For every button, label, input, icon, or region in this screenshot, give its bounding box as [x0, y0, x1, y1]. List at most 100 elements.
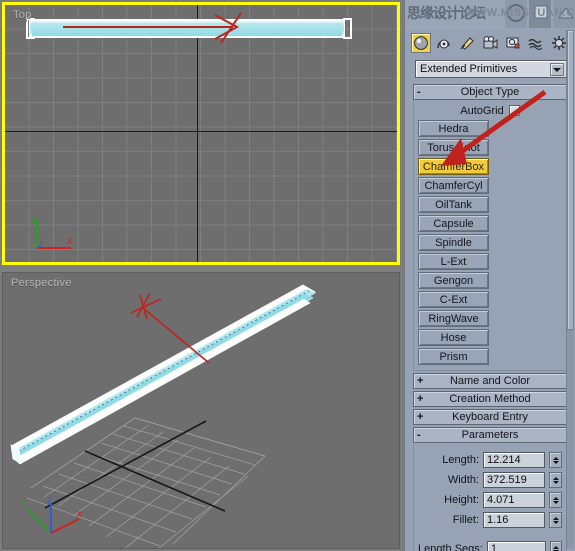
svg-text:Z: Z [47, 496, 52, 505]
parameter-row: Height: 4.071 [418, 490, 562, 510]
camera-icon [483, 36, 498, 49]
object-type-button-hedra[interactable]: Hedra [418, 120, 489, 137]
viewport-top-label: Top [13, 9, 32, 21]
autogrid-label: AutoGrid [460, 104, 504, 117]
svg-text:Y: Y [21, 500, 27, 509]
create-category-row [405, 29, 575, 55]
viewport-area: Top Y X Z Perspective Y Z X [0, 0, 404, 551]
parameter-rows: Length: 12.214 Width: 372.519 Height: 4.071 Fi… [418, 450, 562, 530]
parameter-spinner[interactable] [549, 492, 562, 508]
object-type-button-grid: Hedra Torus Knot ChamferBox ChamferCyl OilTa… [418, 120, 562, 365]
parameter-input[interactable]: 1.16 [483, 512, 545, 528]
gear-icon [552, 36, 566, 50]
parameter-input[interactable]: 4.071 [483, 492, 545, 508]
parameter-label: Width: [447, 474, 479, 486]
rollout-keyboard-entry-label: Keyboard Entry [452, 411, 528, 423]
parameter-row: Length: 12.214 [418, 450, 562, 470]
chamferbox-object-top[interactable] [29, 19, 345, 38]
svg-text:Z: Z [38, 240, 43, 249]
command-panel: 思缘设计论坛 WWW.MISSYUAN.COM [404, 0, 575, 551]
category-dropdown-wrap: Extended Primitives [405, 55, 575, 82]
svg-text:X: X [67, 237, 73, 246]
object-type-button-torus-knot[interactable]: Torus Knot [418, 139, 489, 156]
category-helpers-button[interactable] [503, 33, 523, 53]
parameter-spinner[interactable] [549, 452, 562, 468]
object-type-button-gengon[interactable]: Gengon [418, 272, 489, 289]
sphere-icon [414, 36, 428, 50]
category-shapes-button[interactable] [434, 33, 454, 53]
object-type-button-ringwave[interactable]: RingWave [418, 310, 489, 327]
shapes-icon [437, 39, 450, 49]
segment-row: Length Segs: 1 [418, 539, 562, 551]
viewport-perspective[interactable]: Perspective Y Z X [2, 272, 400, 549]
chamferbox-fill [32, 23, 342, 36]
parameter-spinner[interactable] [549, 512, 562, 528]
top-axis-horizontal [5, 131, 397, 132]
rollout-object-type-label: Object Type [460, 86, 520, 98]
watermark-bar: 思缘设计论坛 WWW.MISSYUAN.COM [405, 0, 575, 29]
parameter-input[interactable]: 12.214 [483, 452, 545, 468]
selection-bracket-right [343, 18, 352, 39]
viewport-top[interactable]: Top Y X Z [2, 2, 400, 265]
wave-icon [528, 38, 543, 51]
segment-rows: Length Segs:1Width Segs:1Height Segs:1Fi… [418, 539, 562, 551]
helper-icon [506, 37, 520, 49]
autogrid-checkbox[interactable] [508, 105, 520, 116]
watermark-url: WWW.MISSYUAN.COM [465, 7, 575, 19]
max-window: Top Y X Z Perspective Y Z X 思缘设计论坛 WWW.M… [0, 0, 575, 551]
parameters-body: Length: 12.214 Width: 372.519 Height: 4.071 Fi… [413, 443, 567, 551]
rollout-name-and-color-toggle[interactable]: + [417, 374, 423, 388]
object-type-button-prism[interactable]: Prism [418, 348, 489, 365]
autogrid-row[interactable]: AutoGrid [418, 103, 562, 118]
category-cameras-button[interactable] [480, 33, 500, 53]
category-dropdown-value: Extended Primitives [420, 63, 518, 75]
parameter-label: Length: [442, 454, 479, 466]
perspective-axis-tripod: Y Z X [21, 496, 83, 534]
object-type-button-hose[interactable]: Hose [418, 329, 489, 346]
chevron-down-icon[interactable] [550, 63, 564, 76]
segment-label: Length Segs: [418, 543, 483, 551]
rollout-creation-method-toggle[interactable]: + [417, 392, 423, 406]
rollout-parameters-label: Parameters [461, 429, 519, 441]
parameter-label: Height: [444, 494, 479, 506]
rollout-parameters[interactable]: - Parameters [413, 427, 567, 443]
object-type-button-capsule[interactable]: Capsule [418, 215, 489, 232]
category-geometry-button[interactable] [411, 33, 431, 53]
object-type-button-chamfercyl[interactable]: ChamferCyl [418, 177, 489, 194]
selection-bracket-left [26, 18, 35, 39]
rollout-creation-method-label: Creation Method [449, 393, 531, 405]
object-type-button-l-ext[interactable]: L-Ext [418, 253, 489, 270]
rollout-name-and-color[interactable]: + Name and Color [413, 373, 567, 389]
rollout-object-type-toggle[interactable]: - [417, 85, 421, 99]
rollout-object-type[interactable]: - Object Type [413, 84, 567, 100]
category-space-warps-button[interactable] [526, 33, 546, 53]
rollout-parameters-toggle[interactable]: - [417, 428, 421, 442]
parameter-row: Width: 372.519 [418, 470, 562, 490]
object-type-button-spindle[interactable]: Spindle [418, 234, 489, 251]
light-icon [460, 37, 474, 50]
top-axis-tripod: Y X Z [32, 217, 73, 249]
svg-text:X: X [77, 510, 83, 519]
parameter-spacer [418, 530, 562, 539]
rollout-keyboard-entry-toggle[interactable]: + [417, 410, 423, 424]
viewport-perspective-label: Perspective [11, 277, 72, 289]
rollout-name-and-color-label: Name and Color [449, 375, 531, 387]
object-type-button-c-ext[interactable]: C-Ext [418, 291, 489, 308]
rollout-keyboard-entry[interactable]: + Keyboard Entry [413, 409, 567, 425]
parameter-input[interactable]: 372.519 [483, 472, 545, 488]
parameter-spinner[interactable] [549, 472, 562, 488]
parameter-label: Fillet: [452, 514, 479, 526]
category-dropdown[interactable]: Extended Primitives [415, 60, 567, 78]
svg-text:Y: Y [32, 217, 38, 226]
object-type-body: AutoGrid Hedra Torus Knot ChamferBox Chamfe… [413, 100, 567, 371]
command-panel-scrollbar-thumb[interactable] [567, 30, 574, 330]
segment-spinner[interactable] [549, 541, 562, 551]
category-lights-button[interactable] [457, 33, 477, 53]
top-axis-vertical [197, 5, 198, 262]
command-panel-scrollbar[interactable] [566, 30, 574, 549]
object-type-button-chamferbox[interactable]: ChamferBox [418, 158, 489, 175]
object-type-button-oiltank[interactable]: OilTank [418, 196, 489, 213]
rollout-creation-method[interactable]: + Creation Method [413, 391, 567, 407]
segment-input[interactable]: 1 [486, 541, 546, 551]
parameter-row: Fillet: 1.16 [418, 510, 562, 530]
